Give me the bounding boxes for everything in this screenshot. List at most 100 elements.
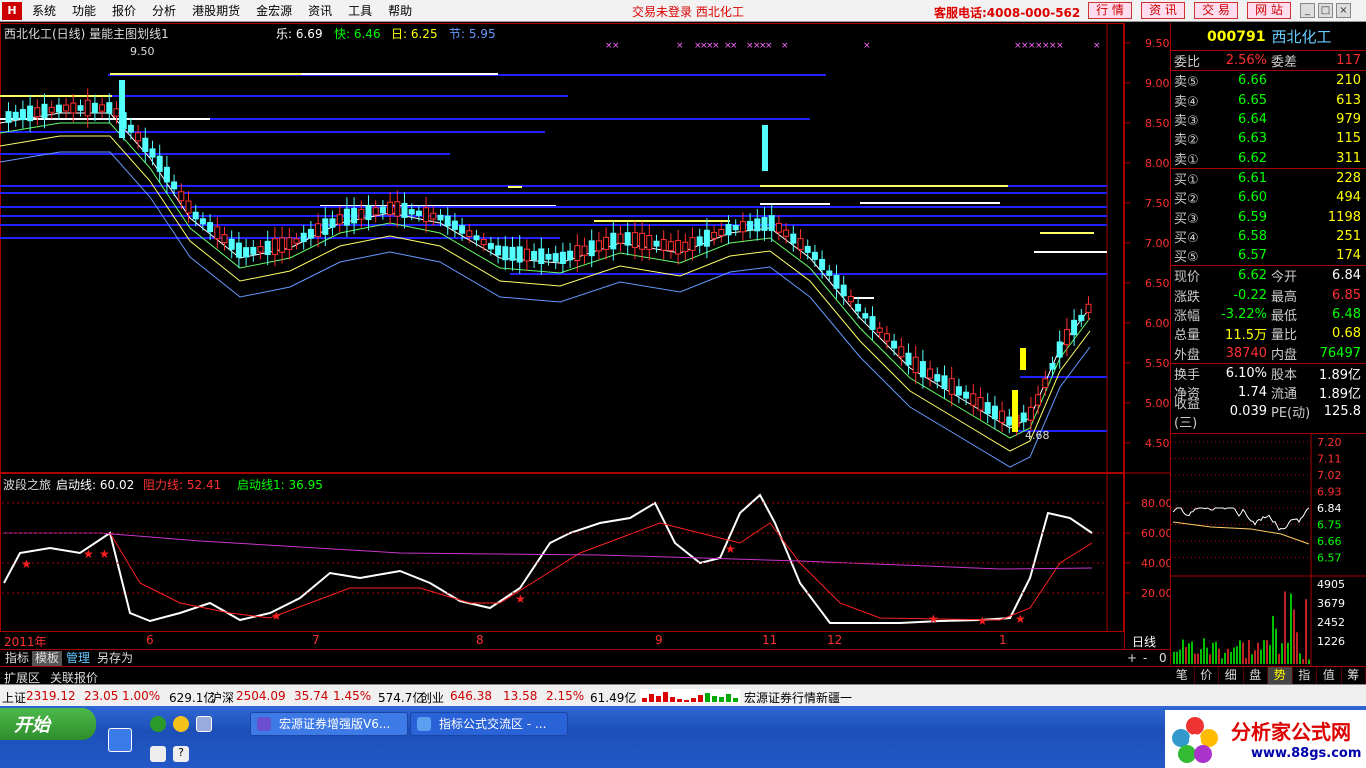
right-tab[interactable]: 笔 xyxy=(1170,667,1195,684)
price-tick: 8.00 xyxy=(1145,157,1170,170)
stat-value: 6.85 xyxy=(1332,287,1361,303)
bid-row[interactable]: 买① 6.61 228 xyxy=(1171,169,1366,188)
zoom-reset-button[interactable]: 0 xyxy=(1156,651,1170,666)
bid-row[interactable]: 买④ 6.58 251 xyxy=(1171,227,1366,246)
restore-icon[interactable]: □ xyxy=(1318,3,1333,18)
menu-tools[interactable]: 工具 xyxy=(340,0,380,22)
ie-icon[interactable] xyxy=(150,716,166,732)
svg-text:★: ★ xyxy=(99,547,110,561)
svg-text:×: × xyxy=(863,41,871,51)
stat-value: 38740 xyxy=(1225,345,1267,361)
bid-label: 买② xyxy=(1174,192,1199,208)
info-button[interactable]: 资 讯 xyxy=(1141,2,1185,19)
stat-value: 11.5万 xyxy=(1225,328,1267,344)
x-label-1: 1 xyxy=(999,633,1007,647)
chart-tab-bar: 指标 模板 管理 另存为 + - 0 xyxy=(0,649,1170,666)
menu-system[interactable]: 系统 xyxy=(24,0,64,22)
tab-manage[interactable]: 管理 xyxy=(63,651,93,666)
right-tab[interactable]: 盘 xyxy=(1244,667,1268,684)
tab-indicator[interactable]: 指标 xyxy=(2,651,32,666)
app-window-icon[interactable] xyxy=(108,728,132,752)
menu-analysis[interactable]: 分析 xyxy=(144,0,184,22)
hs-amount: 574.7亿 xyxy=(378,691,425,705)
browser-icon[interactable] xyxy=(173,716,189,732)
stat-row: 外盘 38740 内盘 76497 xyxy=(1171,343,1366,363)
ask-volume: 311 xyxy=(1336,150,1361,166)
kline-chart[interactable]: × × × × × × × × × × × × × × × × × × × × × × × ★ ★ ★ ★ ★ ★ ★ ★ ★ 西北化工(日线… xyxy=(0,23,1124,649)
weibi-value: 2.56% xyxy=(1225,53,1267,69)
ask-volume: 115 xyxy=(1336,131,1361,147)
zoom-in-button[interactable]: + xyxy=(1124,651,1140,666)
right-tab[interactable]: 值 xyxy=(1317,667,1342,684)
ask-row[interactable]: 卖④ 6.65 613 xyxy=(1171,91,1366,110)
menu-hk-futures[interactable]: 港股期货 xyxy=(184,0,248,22)
app-logo-icon[interactable]: H xyxy=(2,1,22,20)
ask-price: 6.65 xyxy=(1238,92,1267,108)
right-tab[interactable]: 细 xyxy=(1219,667,1244,684)
bid-row[interactable]: 买③ 6.59 1198 xyxy=(1171,207,1366,227)
period-text: 日线 xyxy=(1132,635,1157,649)
price-tick: 9.50 xyxy=(1145,37,1170,50)
task-forum[interactable]: 指标公式交流区 - ... xyxy=(410,712,568,736)
help-icon[interactable]: ? xyxy=(173,746,189,762)
trade-button[interactable]: 交 易 xyxy=(1194,2,1238,19)
fundamentals-block: 换手 6.10% 股本 1.89亿 净资 1.74 流通 1.89亿 收益(三) 0.039 PE(… xyxy=(1171,364,1366,431)
x-label-12: 12 xyxy=(827,633,843,647)
fundamental-value: 125.8 xyxy=(1323,404,1361,420)
mini-price-tick: 6.75 xyxy=(1317,519,1342,532)
mini-volume-tick: 2452 xyxy=(1317,616,1345,629)
bid-price: 6.59 xyxy=(1238,209,1267,225)
menu-jinhongyuan[interactable]: 金宏源 xyxy=(248,0,300,22)
keyboard-icon[interactable] xyxy=(150,746,166,762)
menu-quote[interactable]: 报价 xyxy=(104,0,144,22)
mini-volume-tick: 3679 xyxy=(1317,597,1345,610)
start-button[interactable]: 开始 xyxy=(0,708,96,740)
menu-help[interactable]: 帮助 xyxy=(380,0,420,22)
stock-header: 000791 西北化工 xyxy=(1171,23,1366,51)
right-tab[interactable]: 筹 xyxy=(1342,667,1366,684)
right-tab[interactable]: 指 xyxy=(1293,667,1317,684)
svg-text:★: ★ xyxy=(515,592,526,606)
fundamental-value: 0.039 xyxy=(1229,404,1267,420)
bid-row[interactable]: 买② 6.60 494 xyxy=(1171,188,1366,207)
weibi-label: 委比 xyxy=(1174,55,1201,71)
ask-row[interactable]: 卖① 6.62 311 xyxy=(1171,148,1366,168)
low-price-label: 4.68 xyxy=(1025,429,1050,442)
watermark-text: 分析家公式网 xyxy=(1231,720,1351,744)
ask-row[interactable]: 卖⑤ 6.66 210 xyxy=(1171,71,1366,90)
cy-change: 13.58 xyxy=(503,689,538,703)
stat-label: 最低 xyxy=(1271,309,1298,324)
svg-text:×: × xyxy=(781,41,789,51)
ask-row[interactable]: 卖③ 6.64 979 xyxy=(1171,110,1366,129)
intraday-mini-chart[interactable]: 7.20 7.11 7.02 6.93 6.84 6.75 6.66 6.57 4905 3679… xyxy=(1170,433,1366,666)
bid-row[interactable]: 买⑤ 6.57 174 xyxy=(1171,246,1366,265)
tab-save-as[interactable]: 另存为 xyxy=(94,651,136,666)
svg-text:★: ★ xyxy=(271,609,282,623)
stat-label: 最高 xyxy=(1271,289,1298,305)
quote-button[interactable]: 行 情 xyxy=(1088,2,1132,19)
desktop-icon[interactable] xyxy=(196,716,212,732)
bid-book: 买① 6.61 228 买② 6.60 494 买③ 6.59 1198 买④ 6.58 251 买⑤ 6… xyxy=(1171,169,1366,265)
menu-function[interactable]: 功能 xyxy=(64,0,104,22)
fundamental-row: 收益(三) 0.039 PE(动) 125.8 xyxy=(1171,397,1366,431)
tab-template[interactable]: 模板 xyxy=(32,651,63,666)
bid-label: 买③ xyxy=(1174,211,1199,227)
news-ticker[interactable]: 宏源证券行情新疆一 xyxy=(744,689,852,706)
svg-text:×: × xyxy=(1056,41,1064,51)
forum-app-icon xyxy=(417,717,431,731)
right-tab[interactable]: 势 xyxy=(1268,667,1293,684)
close-icon[interactable]: × xyxy=(1336,3,1351,18)
svg-text:×: × xyxy=(712,41,720,51)
ask-row[interactable]: 卖② 6.63 115 xyxy=(1171,129,1366,148)
right-tab[interactable]: 价 xyxy=(1195,667,1219,684)
start-label: 开始 xyxy=(14,715,50,736)
website-button[interactable]: 网 站 xyxy=(1247,2,1291,19)
lower-start-line: 启动线: 60.02 xyxy=(56,478,135,492)
menu-info[interactable]: 资讯 xyxy=(300,0,340,22)
svg-text:★: ★ xyxy=(1015,612,1026,626)
task-hongyuan[interactable]: 宏源证券增强版V6... xyxy=(250,712,408,736)
minimize-icon[interactable]: _ xyxy=(1300,3,1315,18)
zoom-out-button[interactable]: - xyxy=(1140,651,1150,666)
stat-label: 总量 xyxy=(1174,328,1201,344)
svg-text:×: × xyxy=(765,41,773,51)
